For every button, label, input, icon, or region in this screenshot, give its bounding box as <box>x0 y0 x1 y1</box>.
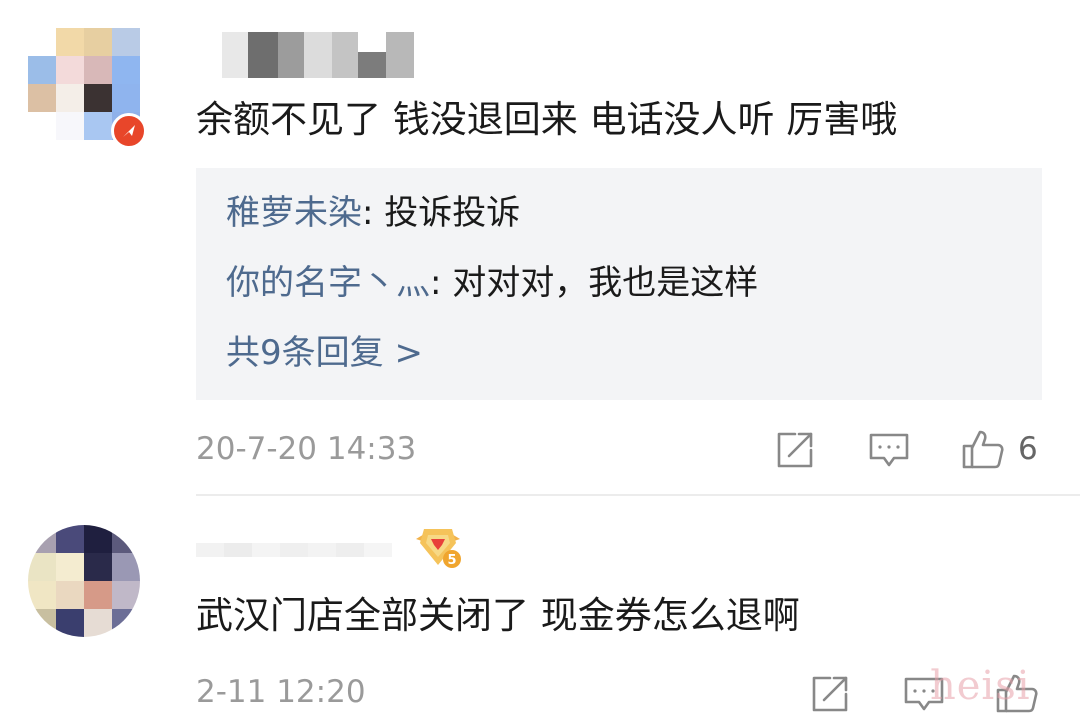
verified-badge-icon <box>111 113 147 149</box>
username-blurred[interactable] <box>196 533 406 563</box>
reply-text: 对对对，我也是这样 <box>452 263 759 303</box>
comment-timestamp: 2-11 12:20 <box>196 674 366 710</box>
comment-button[interactable] <box>868 432 910 468</box>
like-count: 6 <box>1018 431 1038 467</box>
comment-text: 余额不见了 钱没退回来 电话没人听 厉害哦 <box>196 98 898 141</box>
thumbs-up-icon <box>962 430 1004 469</box>
view-all-replies-link[interactable]: 共9条回复 > <box>226 332 423 374</box>
level-badge-icon[interactable]: 5 <box>414 525 462 569</box>
reply-item[interactable]: 稚萝未染: 投诉投诉 <box>226 192 520 234</box>
reply-separator: : <box>362 193 385 233</box>
username-blurred[interactable] <box>200 28 420 84</box>
share-icon <box>777 432 813 468</box>
avatar[interactable] <box>28 525 140 637</box>
comment-timestamp: 20-7-20 14:33 <box>196 431 417 467</box>
reply-separator: : <box>430 263 453 303</box>
comment-icon <box>869 433 909 467</box>
reply-author[interactable]: 你的名字丶灬 <box>226 263 430 303</box>
like-button[interactable] <box>962 428 1004 470</box>
comment-divider <box>196 494 1080 496</box>
reply-preview[interactable]: 稚萝未染: 投诉投诉 你的名字丶灬: 对对对，我也是这样 共9条回复 > <box>196 168 1042 400</box>
comment-text: 武汉门店全部关闭了 现金券怎么退啊 <box>196 594 800 637</box>
svg-text:5: 5 <box>447 553 456 568</box>
share-button[interactable] <box>775 430 815 470</box>
watermark: heisi <box>930 663 1031 709</box>
reply-author[interactable]: 稚萝未染 <box>226 193 362 233</box>
share-icon <box>812 676 848 712</box>
share-button[interactable] <box>810 674 850 714</box>
reply-item[interactable]: 你的名字丶灬: 对对对，我也是这样 <box>226 262 758 304</box>
reply-text: 投诉投诉 <box>384 193 521 233</box>
